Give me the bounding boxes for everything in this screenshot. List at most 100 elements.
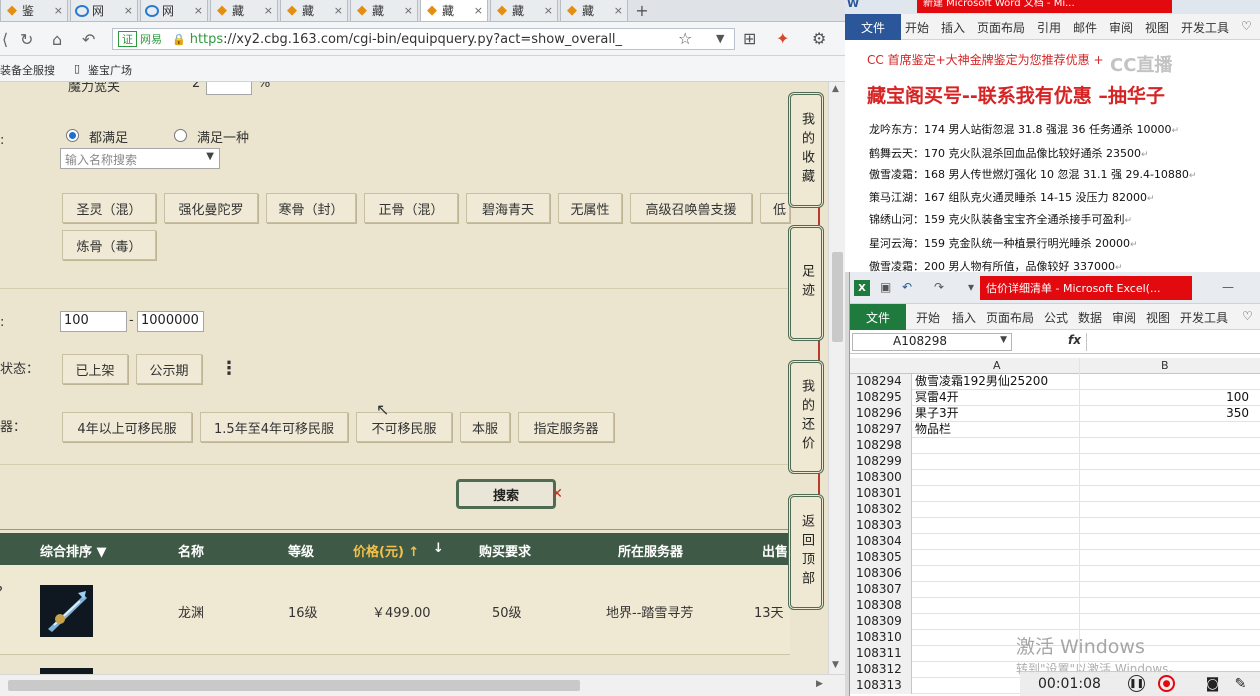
browser-tab[interactable]: ◆ 藏 × xyxy=(280,0,348,21)
skill-chip[interactable]: 低 xyxy=(760,193,790,223)
table-row[interactable]: 108300 xyxy=(850,470,1260,486)
bookmark-item[interactable]: 鉴宝广场 xyxy=(88,62,132,78)
refresh-icon[interactable]: ↻ xyxy=(20,30,33,49)
grid-icon[interactable]: ⊞ xyxy=(743,29,756,48)
price-max-input[interactable]: 1000000 xyxy=(137,311,204,332)
close-icon[interactable]: × xyxy=(544,4,553,17)
price-min-input[interactable]: 100 xyxy=(60,311,127,332)
browser-tab[interactable]: ◆ 藏 × xyxy=(210,0,278,21)
save-icon[interactable]: ▣ xyxy=(880,280,891,294)
browser-tab-active[interactable]: ◆ 藏 × xyxy=(420,0,488,21)
skill-chip[interactable]: 无属性 xyxy=(558,193,622,223)
server-option[interactable]: 4年以上可移民服 xyxy=(62,412,192,442)
word-tab[interactable]: 视图 xyxy=(1145,19,1169,36)
close-icon[interactable]: × xyxy=(614,4,623,17)
close-icon[interactable]: × xyxy=(264,4,273,17)
back-icon[interactable]: ⟨ xyxy=(2,30,8,49)
footprint-button[interactable]: 足迹 xyxy=(788,225,824,341)
radio-any[interactable] xyxy=(174,129,187,142)
close-icon[interactable]: × xyxy=(474,4,483,17)
word-tab[interactable]: 插入 xyxy=(941,19,965,36)
undo-icon[interactable]: ↶ xyxy=(82,30,95,49)
item-image[interactable] xyxy=(40,585,93,637)
column-header-b[interactable]: B xyxy=(1161,359,1169,372)
undo-icon[interactable]: ↶ xyxy=(902,280,912,294)
server-option[interactable]: 不可移民服 xyxy=(356,412,452,442)
pen-icon[interactable]: ✎ xyxy=(1232,675,1249,692)
minimize-icon[interactable]: — xyxy=(1222,280,1234,294)
browser-tab[interactable]: 网 × xyxy=(140,0,208,21)
column-header-a[interactable]: A xyxy=(993,359,1001,372)
server-option[interactable]: 本服 xyxy=(460,412,510,442)
percent-input[interactable] xyxy=(206,82,252,95)
horizontal-scrollbar[interactable]: ▶ xyxy=(0,674,845,696)
redo-icon[interactable]: ↷ xyxy=(934,280,944,294)
table-row[interactable]: 108302 xyxy=(850,502,1260,518)
my-favorites-button[interactable]: 我的收藏 xyxy=(788,92,824,208)
close-icon[interactable]: × xyxy=(404,4,413,17)
server-option[interactable]: 1.5年至4年可移民服 xyxy=(200,412,348,442)
skill-chip[interactable]: 强化曼陀罗 xyxy=(164,193,258,223)
table-row[interactable]: 108301 xyxy=(850,486,1260,502)
name-search-select[interactable]: 输入名称搜索 ▼ xyxy=(60,148,220,169)
table-row[interactable]: 108305 xyxy=(850,550,1260,566)
status-option[interactable]: 已上架 xyxy=(62,354,128,384)
table-row[interactable]: 108299 xyxy=(850,454,1260,470)
skill-chip[interactable]: 碧海青天 xyxy=(466,193,550,223)
excel-tab[interactable]: 视图 xyxy=(1146,309,1170,326)
excel-tab[interactable]: 数据 xyxy=(1078,309,1102,326)
camera-icon[interactable]: ◙ xyxy=(1204,675,1221,692)
radio-all[interactable] xyxy=(66,129,79,142)
item-name[interactable]: 龙渊 xyxy=(178,602,204,621)
server-option[interactable]: 指定服务器 xyxy=(518,412,614,442)
word-tab[interactable]: 邮件 xyxy=(1073,19,1097,36)
table-row[interactable]: 108308 xyxy=(850,598,1260,614)
word-ribbon-toggle-icon[interactable]: ♡ xyxy=(1241,19,1252,33)
scroll-up-icon[interactable]: ▲ xyxy=(832,84,839,94)
sort-header[interactable]: 综合排序 ▼ xyxy=(40,541,107,560)
word-file-tab[interactable]: 文件 xyxy=(845,14,901,40)
browser-tab[interactable]: ◆ 藏 × xyxy=(490,0,558,21)
table-row[interactable]: 108304 xyxy=(850,534,1260,550)
fx-icon[interactable]: fx xyxy=(1068,333,1081,347)
chevron-down-icon[interactable]: ▼ xyxy=(716,32,724,45)
pause-icon[interactable]: ❚❚ xyxy=(1128,675,1145,692)
scroll-right-icon[interactable]: ▶ xyxy=(816,679,823,689)
close-icon[interactable]: × xyxy=(194,4,203,17)
skill-chip[interactable]: 寒骨（封） xyxy=(266,193,356,223)
vertical-scrollbar[interactable]: ▲ ▼ xyxy=(828,82,845,674)
browser-tab[interactable]: ◆ 藏 × xyxy=(350,0,418,21)
scroll-thumb[interactable] xyxy=(8,680,580,691)
word-tab[interactable]: 开发工具 xyxy=(1181,19,1229,36)
close-icon[interactable]: × xyxy=(334,4,343,17)
url-input[interactable]: 证 网易 🔒 https://xy2.cbg.163.com/cgi-bin/e… xyxy=(112,28,735,50)
excel-tab[interactable]: 页面布局 xyxy=(986,309,1034,326)
game-icon[interactable]: ✦ xyxy=(776,29,789,48)
excel-ribbon-toggle-icon[interactable]: ♡ xyxy=(1242,309,1253,323)
home-icon[interactable]: ⌂ xyxy=(52,30,62,49)
word-tab[interactable]: 引用 xyxy=(1037,19,1061,36)
stop-icon[interactable]: ● xyxy=(1158,675,1175,692)
price-sort-down-icon[interactable]: ↓ xyxy=(433,541,444,556)
price-header[interactable]: 价格(元) ↑ xyxy=(353,541,419,560)
new-tab-button[interactable]: + xyxy=(630,0,654,21)
table-row[interactable]: 108294 傲雪凌霜192男仙25200 xyxy=(850,374,1260,390)
excel-file-tab[interactable]: 文件 xyxy=(850,304,906,330)
table-row[interactable]: 108298 xyxy=(850,438,1260,454)
excel-tab[interactable]: 插入 xyxy=(952,309,976,326)
excel-tab[interactable]: 开始 xyxy=(916,309,940,326)
star-icon[interactable]: ☆ xyxy=(678,29,692,48)
word-tab[interactable]: 审阅 xyxy=(1109,19,1133,36)
word-tab[interactable]: 开始 xyxy=(905,19,929,36)
search-button[interactable]: 搜索 ✕ xyxy=(456,479,563,509)
word-tab[interactable]: 页面布局 xyxy=(977,19,1025,36)
close-icon[interactable]: × xyxy=(124,4,133,17)
back-to-top-button[interactable]: 返回顶部 xyxy=(788,494,824,610)
excel-tab[interactable]: 公式 xyxy=(1044,309,1068,326)
table-row[interactable]: 108303 xyxy=(850,518,1260,534)
table-row[interactable]: 108309 xyxy=(850,614,1260,630)
table-row[interactable]: 108297 物品栏 xyxy=(850,422,1260,438)
tools-icon[interactable]: ⚙ xyxy=(812,29,826,48)
question-icon[interactable]: ? xyxy=(0,585,3,600)
skill-chip[interactable]: 圣灵（混） xyxy=(62,193,156,223)
